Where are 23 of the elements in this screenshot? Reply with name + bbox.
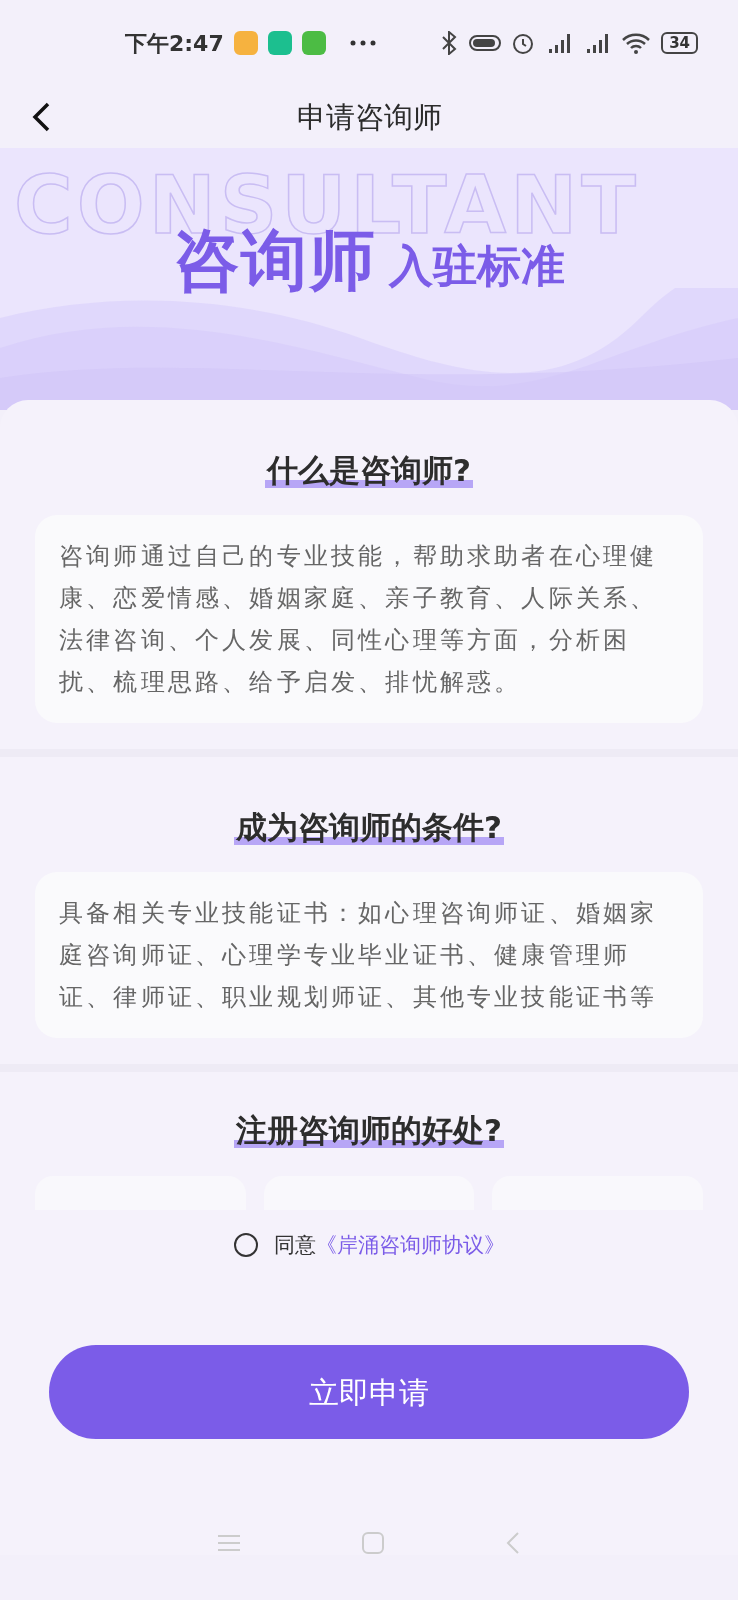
wifi-icon: [621, 31, 652, 55]
alarm-icon: [511, 31, 536, 55]
section-text: 咨询师通过自己的专业技能，帮助求助者在心理健康、恋爱情感、婚姻家庭、亲子教育、人际关系、法律咨询、个人发展、同性心理等方面，分析困扰、梳理思路、给予启发、排忧解惑。: [35, 515, 703, 724]
menu-icon[interactable]: [217, 1533, 241, 1554]
toggle-icon: [469, 33, 502, 53]
banner-subtitle: 入驻标准: [389, 244, 565, 288]
section-heading: 注册咨询师的好处?: [234, 1112, 504, 1149]
section-text: 具备相关专业技能证书：如心理咨询师证、婚姻家庭咨询师证、心理学专业毕业证书、健康管理师证、律师证、职业规划师证、其他专业技能证书等: [35, 872, 703, 1039]
app-icon: [233, 31, 258, 55]
status-time: 下午2:47: [125, 29, 224, 58]
home-icon[interactable]: [361, 1531, 385, 1556]
page-title: 申请咨询师: [296, 99, 442, 135]
app-icon: [301, 31, 326, 55]
back-button[interactable]: [30, 100, 52, 134]
agree-label: 同意: [273, 1232, 316, 1257]
section-heading: 成为咨询师的条件?: [234, 809, 504, 846]
battery-indicator: 34: [661, 32, 698, 54]
agree-checkbox[interactable]: [233, 1233, 258, 1258]
apply-button[interactable]: 立即申请: [49, 1345, 689, 1440]
more-icon: [349, 39, 376, 47]
back-icon[interactable]: [505, 1531, 521, 1556]
section-heading: 什么是咨询师?: [265, 452, 473, 488]
agreement-link[interactable]: 《岸涌咨询师协议》: [315, 1232, 505, 1257]
